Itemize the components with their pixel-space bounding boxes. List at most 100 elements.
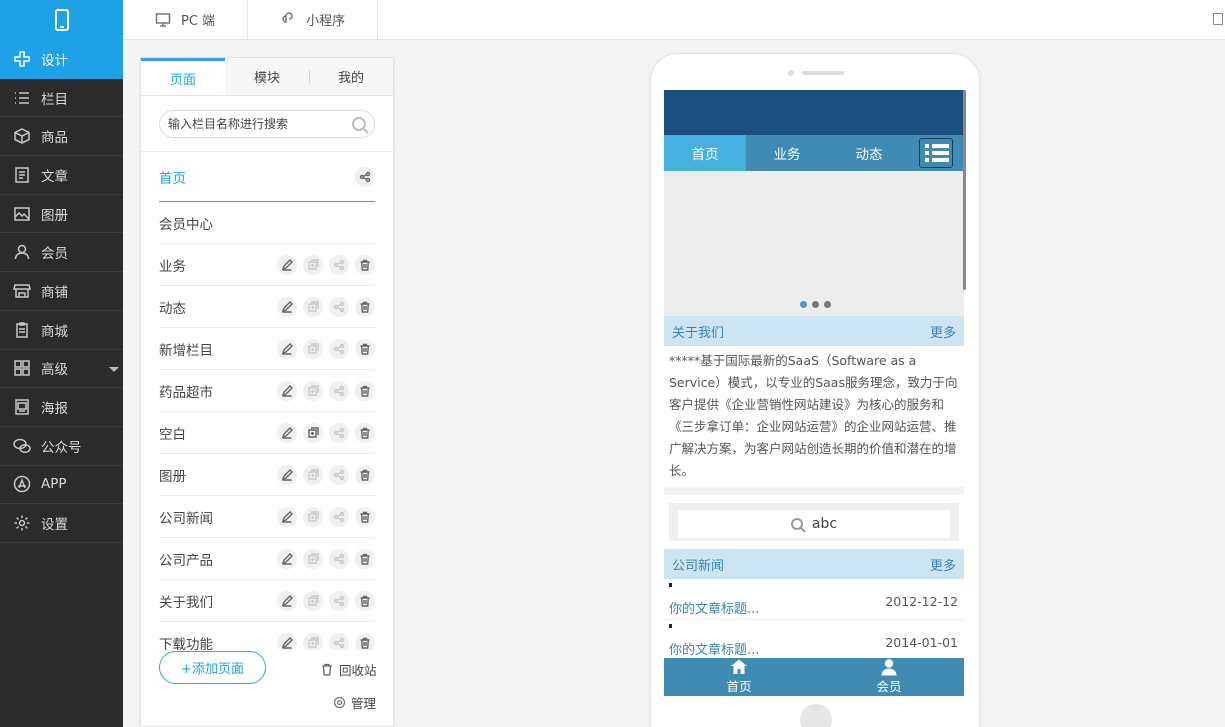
news-row[interactable]: 你的文章标题... 2014-01-01	[664, 620, 964, 661]
share-icon[interactable]	[329, 506, 349, 527]
edit-icon[interactable]	[277, 254, 297, 275]
grid-icon	[12, 358, 32, 378]
share-icon[interactable]	[329, 464, 349, 485]
page-row-member-center[interactable]: 会员中心	[159, 202, 375, 244]
copy-icon[interactable]	[303, 464, 323, 485]
copy-icon[interactable]	[303, 254, 323, 275]
search-icon[interactable]	[352, 116, 366, 131]
menu-icon[interactable]	[919, 138, 953, 168]
share-icon[interactable]	[329, 296, 349, 317]
share-icon[interactable]	[355, 166, 375, 187]
delete-icon[interactable]	[355, 422, 375, 443]
sidebar-item-wechat[interactable]: 公众号	[0, 427, 123, 466]
preview-search-box[interactable]: abc	[678, 510, 950, 538]
edit-icon[interactable]	[277, 338, 297, 359]
copy-icon[interactable]	[303, 296, 323, 317]
manage-button[interactable]: 管理	[333, 693, 376, 712]
page-row[interactable]: 图册	[159, 454, 375, 496]
tabbar-member[interactable]: 会员	[814, 658, 964, 696]
delete-icon[interactable]	[355, 296, 375, 317]
copy-icon[interactable]	[303, 422, 323, 443]
sidebar-item-mall[interactable]: 商城	[0, 311, 123, 350]
page-name: 空白	[159, 426, 186, 443]
page-row[interactable]: 公司产品	[159, 538, 375, 580]
recycle-bin-button[interactable]: 回收站	[321, 660, 377, 679]
add-page-button[interactable]: +添加页面	[159, 651, 266, 684]
page-row[interactable]: 公司新闻	[159, 496, 375, 538]
sidebar-item-articles[interactable]: 文章	[0, 156, 123, 195]
tab-mine[interactable]: 我的	[309, 58, 393, 95]
page-row-home[interactable]: 首页	[159, 152, 375, 202]
sidebar-item-design[interactable]: 设计	[0, 40, 123, 79]
sidebar-item-columns[interactable]: 栏目	[0, 79, 123, 118]
news-item-title[interactable]: 你的文章标题...	[669, 639, 759, 658]
page-row[interactable]: 新增栏目	[159, 328, 375, 370]
edit-icon[interactable]	[277, 590, 297, 611]
search-bar	[141, 96, 393, 152]
sidebar-item-poster[interactable]: 海报	[0, 388, 123, 427]
window-icon[interactable]	[1213, 13, 1223, 25]
edit-icon[interactable]	[277, 296, 297, 317]
edit-icon[interactable]	[277, 422, 297, 443]
news-row[interactable]: 你的文章标题... 2012-12-12	[664, 579, 964, 620]
copy-icon[interactable]	[303, 506, 323, 527]
page-search-input[interactable]	[168, 116, 352, 131]
carousel-dot[interactable]	[824, 301, 831, 308]
copy-icon[interactable]	[303, 590, 323, 611]
sidebar-item-settings[interactable]: 设置	[0, 504, 123, 543]
tab-pc-label: PC 端	[181, 14, 216, 29]
delete-icon[interactable]	[355, 380, 375, 401]
edit-icon[interactable]	[277, 464, 297, 485]
sidebar-item-app[interactable]: APP	[0, 466, 123, 505]
share-icon[interactable]	[329, 548, 349, 569]
delete-icon[interactable]	[355, 590, 375, 611]
page-row[interactable]: 动态	[159, 286, 375, 328]
sidebar-item-album[interactable]: 图册	[0, 195, 123, 234]
about-more-link[interactable]: 更多	[930, 322, 956, 341]
sidebar-item-products[interactable]: 商品	[0, 117, 123, 157]
page-row[interactable]: 业务	[159, 244, 375, 286]
preview-nav-news[interactable]: 动态	[828, 135, 910, 171]
share-icon[interactable]	[329, 338, 349, 359]
tab-pc[interactable]: PC 端	[123, 0, 249, 39]
preview-nav-home[interactable]: 首页	[664, 135, 746, 171]
preview-header[interactable]	[664, 90, 964, 135]
news-item-title[interactable]: 你的文章标题...	[669, 598, 759, 617]
share-icon[interactable]	[329, 422, 349, 443]
delete-icon[interactable]	[355, 254, 375, 275]
sidebar-item-shop[interactable]: 商铺	[0, 272, 123, 311]
page-row[interactable]: 空白	[159, 412, 375, 454]
tab-miniprogram[interactable]: 小程序	[248, 0, 379, 39]
home-button[interactable]	[800, 704, 832, 727]
carousel-dot[interactable]	[812, 301, 819, 308]
sidebar-item-label: 商铺	[41, 284, 68, 301]
copy-icon[interactable]	[303, 338, 323, 359]
preview-scrollbar[interactable]	[963, 90, 966, 290]
manage-label: 管理	[351, 696, 377, 711]
delete-icon[interactable]	[355, 548, 375, 569]
share-icon[interactable]	[329, 590, 349, 611]
delete-icon[interactable]	[355, 506, 375, 527]
sidebar-item-advanced[interactable]: 高级	[0, 350, 123, 389]
edit-icon[interactable]	[277, 380, 297, 401]
preview-nav-business[interactable]: 业务	[746, 135, 828, 171]
news-more-link[interactable]: 更多	[930, 555, 956, 574]
carousel-dot[interactable]	[800, 301, 807, 308]
share-icon[interactable]	[329, 380, 349, 401]
mobile-mode-button[interactable]	[0, 0, 123, 40]
sidebar-item-label: 高级	[41, 362, 68, 379]
sidebar-item-members[interactable]: 会员	[0, 233, 123, 273]
tab-pages[interactable]: 页面	[141, 58, 225, 95]
page-row[interactable]: 药品超市	[159, 370, 375, 412]
copy-icon[interactable]	[303, 548, 323, 569]
tabbar-home[interactable]: 首页	[664, 658, 814, 696]
edit-icon[interactable]	[277, 506, 297, 527]
delete-icon[interactable]	[355, 338, 375, 359]
delete-icon[interactable]	[355, 464, 375, 485]
preview-banner[interactable]	[664, 171, 964, 316]
share-icon[interactable]	[329, 254, 349, 275]
edit-icon[interactable]	[277, 548, 297, 569]
tab-modules[interactable]: 模块	[225, 58, 309, 95]
copy-icon[interactable]	[303, 380, 323, 401]
page-row[interactable]: 关于我们	[159, 580, 375, 622]
